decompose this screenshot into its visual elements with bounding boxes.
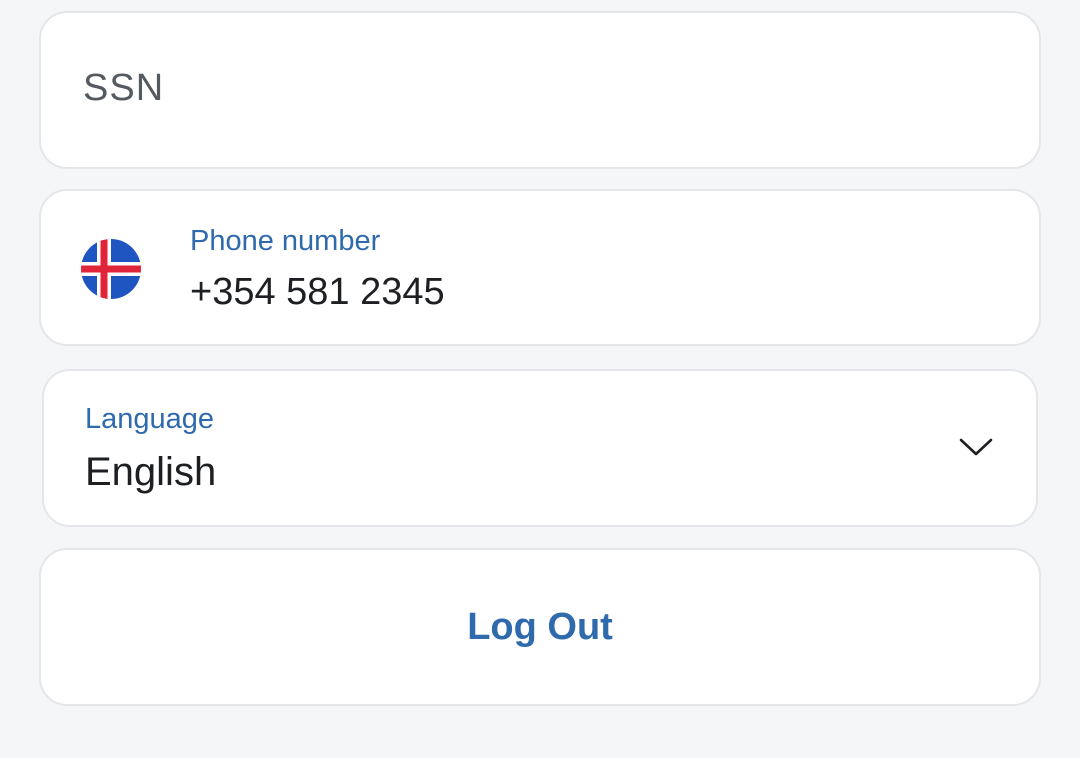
chevron-down-icon[interactable]: [958, 435, 994, 459]
phone-number-label: Phone number: [190, 225, 381, 257]
phone-number-value[interactable]: +354 581 2345: [190, 273, 445, 311]
ssn-placeholder: SSN: [83, 67, 165, 109]
phone-number-field[interactable]: Phone number +354 581 2345: [39, 189, 1041, 346]
iceland-flag-icon[interactable]: [81, 239, 141, 299]
language-label: Language: [85, 403, 215, 435]
ssn-field[interactable]: SSN: [39, 11, 1041, 169]
log-out-button[interactable]: Log Out: [39, 548, 1041, 706]
language-select[interactable]: Language English: [42, 369, 1038, 527]
language-value: English: [85, 450, 217, 494]
log-out-label: Log Out: [467, 606, 613, 648]
